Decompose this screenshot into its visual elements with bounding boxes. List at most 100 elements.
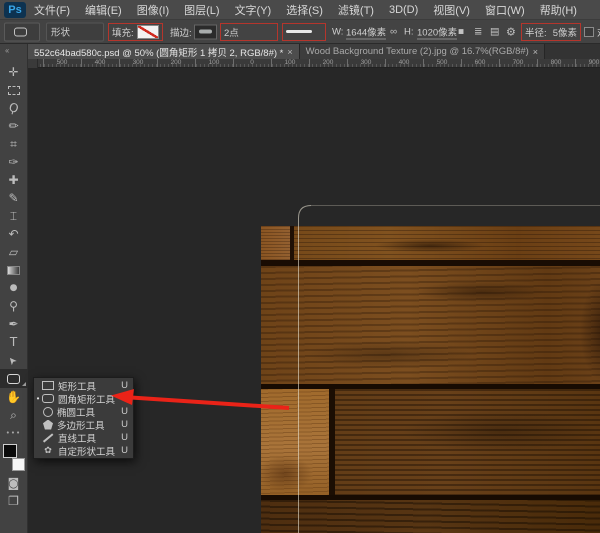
- clone-stamp-tool-icon: ⌶: [10, 210, 17, 222]
- tool-options-bar: 形状 填充: 描边: 2点 W: 1644像素 ∞ H: 1020像素 ■ ≣ …: [0, 20, 600, 44]
- tab-document-1[interactable]: 552c64bad580c.psd @ 50% (圆角矩形 1 拷贝 2, RG…: [28, 44, 300, 59]
- photoshop-logo: Ps: [4, 2, 26, 18]
- history-brush-tool[interactable]: ↶: [0, 225, 28, 243]
- wood-plank-row-2: [261, 266, 600, 389]
- zoom-tool[interactable]: ⌕: [0, 406, 28, 424]
- tab-title: Wood Background Texture (2).jpg @ 16.7%(…: [306, 46, 529, 57]
- tool-preset-picker[interactable]: [4, 22, 40, 41]
- background-color-swatch[interactable]: [12, 458, 25, 471]
- tab-document-2[interactable]: Wood Background Texture (2).jpg @ 16.7%(…: [300, 44, 545, 59]
- menu-item-4[interactable]: 文字(Y): [235, 2, 272, 18]
- menu-item-0[interactable]: 文件(F): [34, 2, 70, 18]
- lasso-tool[interactable]: Ϙ: [0, 99, 28, 117]
- menu-item-5[interactable]: 选择(S): [286, 2, 323, 18]
- blur-tool[interactable]: ●: [0, 279, 28, 297]
- pen-tool[interactable]: ✒: [0, 315, 28, 333]
- gradient-tool[interactable]: [0, 261, 28, 279]
- quick-mask-button-icon: ◙: [8, 477, 20, 489]
- stroke-width-select[interactable]: 2点: [220, 23, 278, 41]
- ruler-label: 500: [437, 59, 448, 67]
- edit-toolbar-button[interactable]: •••: [0, 424, 28, 442]
- width-field[interactable]: 1644像素: [346, 24, 386, 39]
- close-icon[interactable]: ×: [533, 47, 538, 57]
- align-edges-checkbox[interactable]: [584, 27, 594, 37]
- link-dimensions-icon[interactable]: ∞: [390, 26, 397, 37]
- menu-item-7[interactable]: 3D(D): [389, 4, 418, 16]
- path-selection-tool[interactable]: ➤: [0, 351, 28, 369]
- ruler-label: 800: [551, 59, 562, 67]
- flyout-item-rounded-rectangle[interactable]: •圆角矩形工具U: [34, 392, 133, 405]
- menu-item-1[interactable]: 编辑(E): [85, 2, 122, 18]
- ruler-label: 300: [361, 59, 372, 67]
- dodge-tool[interactable]: ⚲: [0, 297, 28, 315]
- flyout-item-polygon[interactable]: 多边形工具U: [34, 418, 133, 431]
- line-shape-icon: [42, 433, 54, 442]
- eyedropper-tool[interactable]: ✑: [0, 153, 28, 171]
- menu-item-3[interactable]: 图层(L): [184, 2, 219, 18]
- quick-selection-tool[interactable]: ✏: [0, 117, 28, 135]
- rect-shape-icon: [42, 381, 54, 390]
- fill-control[interactable]: 填充:: [108, 23, 163, 41]
- stroke-type-select[interactable]: [282, 23, 326, 41]
- rounded-rectangle-tool[interactable]: [0, 369, 28, 388]
- history-brush-tool-icon: ↶: [8, 228, 18, 240]
- document-canvas[interactable]: [28, 68, 600, 533]
- path-arrangement-button[interactable]: ▤: [490, 26, 502, 37]
- corner-radius-control[interactable]: 半径: 5像素: [521, 23, 581, 41]
- menu-item-9[interactable]: 窗口(W): [485, 2, 525, 18]
- align-icon: ≣: [474, 26, 482, 37]
- align-edges-control[interactable]: 对齐边缘: [584, 25, 600, 39]
- menu-item-10[interactable]: 帮助(H): [540, 2, 577, 18]
- gear-icon: ⚙: [506, 25, 516, 38]
- screen-mode-button[interactable]: ❐: [0, 492, 28, 510]
- shortcut-label: U: [121, 406, 128, 417]
- geometry-options-button[interactable]: ⚙: [506, 25, 516, 38]
- flyout-item-ellipse[interactable]: 椭圆工具U: [34, 405, 133, 418]
- menu-item-8[interactable]: 视图(V): [433, 2, 470, 18]
- wood-texture-image: [261, 226, 600, 533]
- tool-mode-value: 形状: [51, 25, 70, 39]
- flyout-item-custom-shape[interactable]: ✿自定形状工具U: [34, 444, 133, 457]
- path-operations-button[interactable]: ■: [458, 26, 467, 37]
- ruler-label: 100: [285, 59, 296, 67]
- crop-tool[interactable]: ⌗: [0, 135, 28, 153]
- close-icon[interactable]: ×: [287, 47, 292, 57]
- height-label: H:: [404, 26, 414, 37]
- path-ops-icon: ■: [458, 26, 464, 37]
- screen-mode-button-icon: ❐: [8, 495, 19, 507]
- menu-items: 文件(F) 编辑(E) 图像(I) 图层(L) 文字(Y) 选择(S) 滤镜(T) 3D(D)…: [34, 2, 577, 18]
- rectangular-marquee-tool[interactable]: [0, 81, 28, 99]
- clone-stamp-tool[interactable]: ⌶: [0, 207, 28, 225]
- wood-plank-row-4: [261, 500, 600, 533]
- quick-selection-tool-icon: ✏: [8, 120, 18, 132]
- path-alignment-button[interactable]: ≣: [474, 26, 485, 37]
- menu-item-6[interactable]: 滤镜(T): [338, 2, 374, 18]
- spot-healing-brush-tool-icon: ✚: [8, 174, 18, 186]
- hand-tool-icon: ✋: [6, 391, 21, 403]
- wood-plank-row-3: [261, 389, 600, 500]
- eyedropper-tool-icon: ✑: [8, 156, 18, 168]
- move-tool[interactable]: ✛: [0, 63, 28, 81]
- panel-collapse-button[interactable]: ‹‹: [0, 44, 27, 58]
- spot-healing-brush-tool[interactable]: ✚: [0, 171, 28, 189]
- flyout-item-label: 椭圆工具: [57, 405, 121, 419]
- brush-tool[interactable]: ✎: [0, 189, 28, 207]
- hand-tool[interactable]: ✋: [0, 388, 28, 406]
- type-tool[interactable]: T: [0, 333, 28, 351]
- flyout-item-line[interactable]: 直线工具U: [34, 431, 133, 444]
- stroke-swatch[interactable]: [194, 24, 217, 39]
- shortcut-label: U: [121, 445, 128, 456]
- height-field[interactable]: 1020像素: [417, 24, 457, 39]
- ruler-origin-box: [28, 59, 38, 68]
- foreground-color-swatch[interactable]: [3, 444, 17, 458]
- quick-mask-button[interactable]: ◙: [0, 474, 28, 492]
- type-tool-icon: T: [10, 336, 17, 348]
- color-swatches[interactable]: [0, 442, 28, 474]
- flyout-item-rectangle[interactable]: 矩形工具U: [34, 379, 133, 392]
- tool-mode-select[interactable]: 形状: [46, 22, 104, 41]
- fill-none-swatch[interactable]: [137, 25, 159, 39]
- eraser-tool[interactable]: ▱: [0, 243, 28, 261]
- blur-tool-icon: ●: [10, 284, 18, 293]
- flyout-item-label: 直线工具: [58, 431, 121, 445]
- menu-item-2[interactable]: 图像(I): [137, 2, 169, 18]
